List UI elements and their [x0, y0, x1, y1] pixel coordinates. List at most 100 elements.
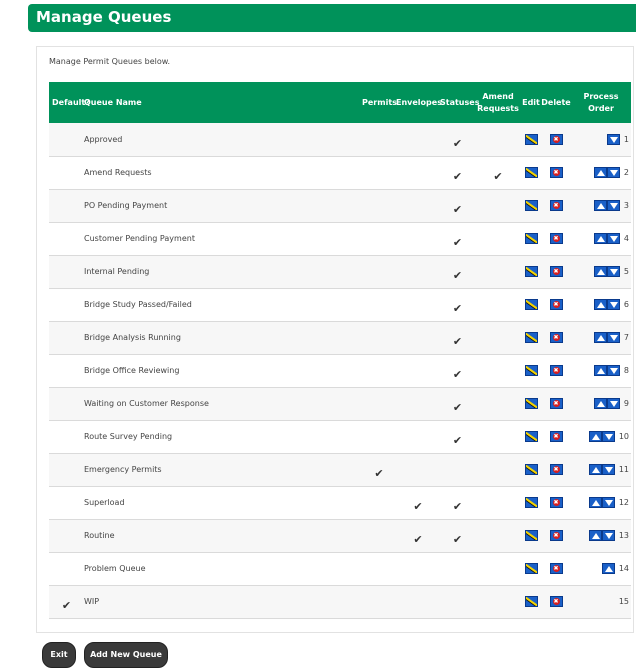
delete-icon[interactable]: ✖: [549, 365, 563, 376]
move-up-icon[interactable]: [593, 200, 607, 211]
move-up-icon[interactable]: [593, 299, 607, 310]
edit-icon[interactable]: [524, 596, 538, 607]
statuses-cell: ✔: [440, 123, 475, 156]
delete-icon[interactable]: ✖: [549, 200, 563, 211]
delete-x-glyph: ✖: [552, 598, 560, 605]
statuses-cell: ✔: [440, 420, 475, 453]
queue-name: Superload: [84, 498, 125, 507]
move-down-icon[interactable]: [606, 332, 620, 343]
edit-icon[interactable]: [524, 266, 538, 277]
exit-button[interactable]: Exit: [42, 642, 76, 668]
delete-icon[interactable]: ✖: [549, 299, 563, 310]
move-up-icon[interactable]: [601, 563, 615, 574]
move-down-icon[interactable]: [606, 133, 620, 145]
permits-cell: ✔: [362, 453, 396, 486]
edit-icon[interactable]: [524, 133, 538, 145]
move-up-icon[interactable]: [593, 332, 607, 343]
delete-x-glyph: ✖: [552, 334, 560, 341]
table-header-row: Default? Queue Name Permits Envelopes St…: [49, 82, 631, 123]
delete-icon[interactable]: ✖: [549, 398, 563, 409]
amend-requests-cell: [475, 321, 521, 354]
delete-icon[interactable]: ✖: [549, 530, 563, 541]
move-up-icon[interactable]: [593, 266, 607, 277]
edit-icon[interactable]: [524, 431, 538, 442]
delete-icon[interactable]: ✖: [549, 133, 563, 145]
delete-cell: ✖: [541, 222, 571, 255]
default-cell: [49, 156, 84, 189]
move-up-icon[interactable]: [593, 365, 607, 376]
delete-icon[interactable]: ✖: [549, 497, 563, 508]
move-down-icon[interactable]: [606, 200, 620, 211]
move-up-icon[interactable]: [588, 497, 602, 508]
edit-icon[interactable]: [524, 299, 538, 310]
table-row: Bridge Study Passed/Failed ✔ ✖ 6: [49, 288, 631, 321]
move-down-icon[interactable]: [606, 266, 620, 277]
edit-icon[interactable]: [524, 332, 538, 343]
delete-icon[interactable]: ✖: [549, 563, 563, 574]
statuses-cell: ✔: [440, 321, 475, 354]
default-cell: [49, 387, 84, 420]
process-order-cell: 5: [571, 255, 631, 288]
amend-requests-cell: [475, 387, 521, 420]
delete-cell: ✖: [541, 288, 571, 321]
move-down-icon[interactable]: [601, 431, 615, 442]
order-number: 11: [618, 465, 629, 474]
amend-requests-cell: ✔: [475, 156, 521, 189]
edit-icon[interactable]: [524, 200, 538, 211]
process-order-cell: 6: [571, 288, 631, 321]
delete-icon[interactable]: ✖: [549, 431, 563, 442]
statuses-cell: ✔: [440, 519, 475, 552]
header-process-order: Process Order: [571, 82, 631, 123]
queue-name: PO Pending Payment: [84, 201, 168, 210]
edit-icon[interactable]: [524, 365, 538, 376]
edit-cell: [521, 585, 541, 618]
delete-icon[interactable]: ✖: [549, 167, 563, 178]
table-row: ✔ WIP ✖ 15: [49, 585, 631, 618]
edit-icon[interactable]: [524, 563, 538, 574]
queue-name: Route Survey Pending: [84, 432, 173, 441]
move-down-icon[interactable]: [601, 497, 615, 508]
delete-cell: ✖: [541, 519, 571, 552]
delete-x-glyph: ✖: [552, 235, 560, 242]
add-new-queue-button[interactable]: Add New Queue: [84, 642, 168, 668]
delete-icon[interactable]: ✖: [549, 596, 563, 607]
edit-icon[interactable]: [524, 233, 538, 244]
move-down-icon[interactable]: [606, 167, 620, 178]
move-down-icon[interactable]: [606, 365, 620, 376]
move-up-icon[interactable]: [593, 233, 607, 244]
delete-x-glyph: ✖: [552, 367, 560, 374]
checkmark-icon: ✔: [452, 170, 463, 183]
move-down-icon[interactable]: [606, 398, 620, 409]
checkmark-icon: ✔: [452, 434, 463, 447]
edit-cell: [521, 222, 541, 255]
edit-icon[interactable]: [524, 497, 538, 508]
edit-icon[interactable]: [524, 167, 538, 178]
delete-icon[interactable]: ✖: [549, 332, 563, 343]
permits-cell: [362, 123, 396, 156]
move-up-icon[interactable]: [588, 464, 602, 475]
move-down-icon[interactable]: [601, 530, 615, 541]
move-up-icon[interactable]: [588, 530, 602, 541]
envelopes-cell: [396, 420, 440, 453]
envelopes-cell: [396, 354, 440, 387]
default-cell: [49, 354, 84, 387]
move-down-icon[interactable]: [601, 464, 615, 475]
delete-icon[interactable]: ✖: [549, 464, 563, 475]
statuses-cell: ✔: [440, 255, 475, 288]
statuses-cell: [440, 552, 475, 585]
edit-icon[interactable]: [524, 398, 538, 409]
statuses-cell: [440, 585, 475, 618]
delete-icon[interactable]: ✖: [549, 233, 563, 244]
edit-icon[interactable]: [524, 530, 538, 541]
delete-cell: ✖: [541, 486, 571, 519]
table-row: Emergency Permits ✔ ✖ 11: [49, 453, 631, 486]
edit-icon[interactable]: [524, 464, 538, 475]
envelopes-cell: ✔: [396, 519, 440, 552]
move-up-icon[interactable]: [588, 431, 602, 442]
move-up-icon[interactable]: [593, 398, 607, 409]
header-process-line2: Order: [588, 103, 614, 113]
move-down-icon[interactable]: [606, 299, 620, 310]
delete-icon[interactable]: ✖: [549, 266, 563, 277]
move-down-icon[interactable]: [606, 233, 620, 244]
move-up-icon[interactable]: [593, 167, 607, 178]
